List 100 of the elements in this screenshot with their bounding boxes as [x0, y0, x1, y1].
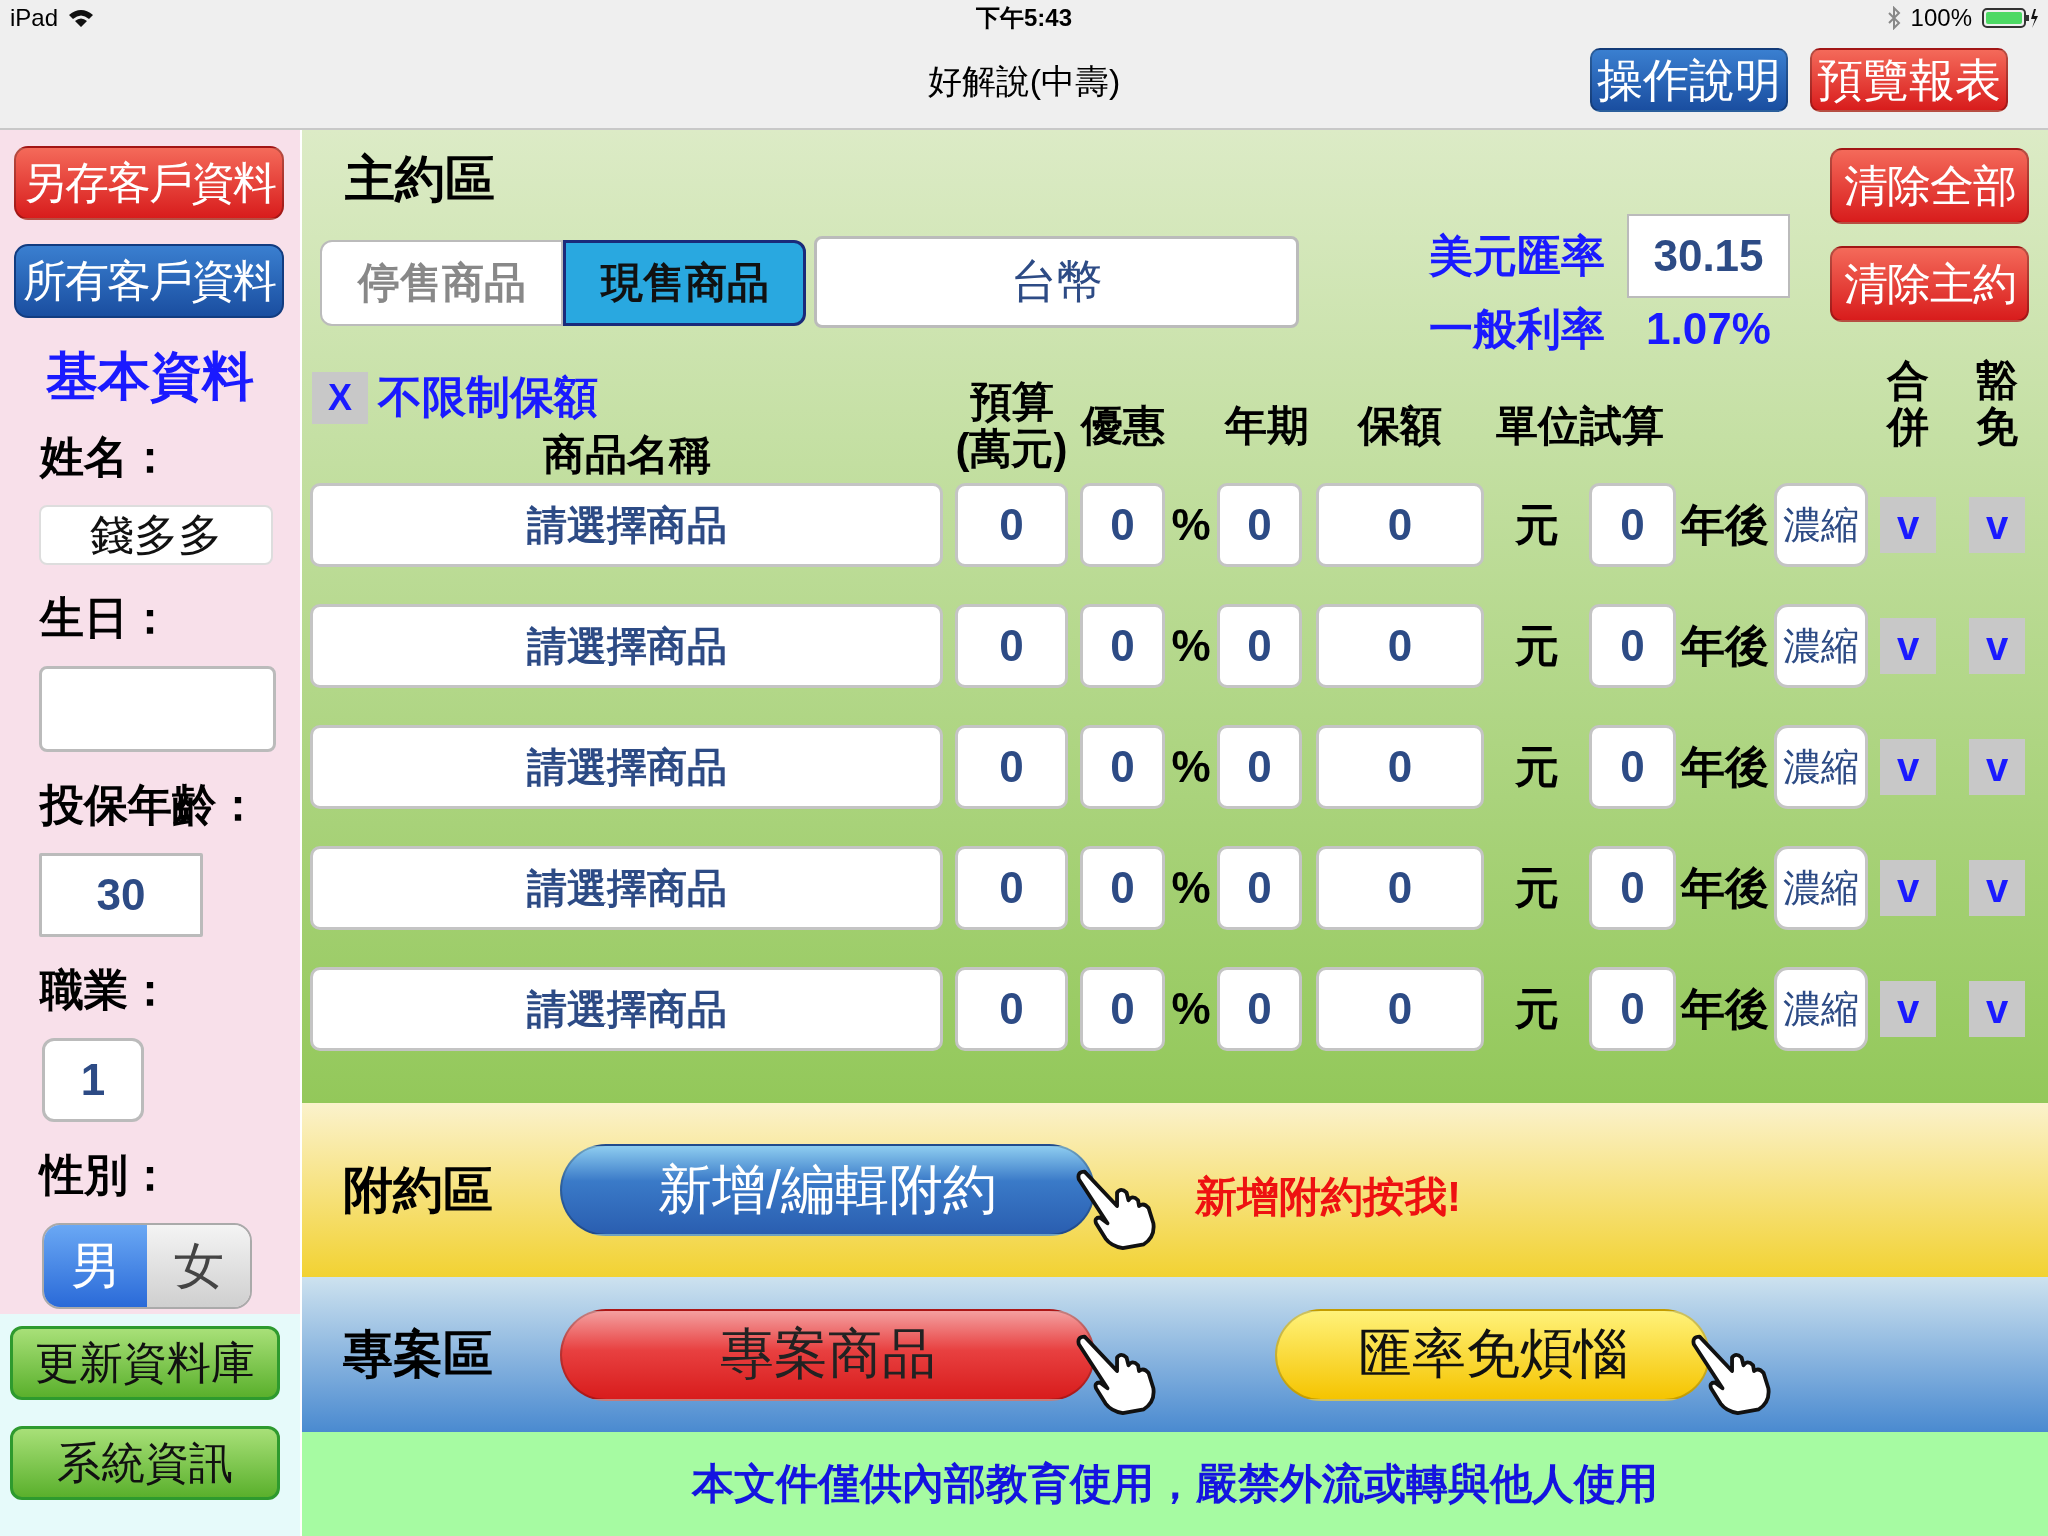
- input-field[interactable]: 30: [39, 853, 203, 937]
- product-tab[interactable]: 現售商品: [563, 240, 806, 326]
- term-field[interactable]: 0: [1217, 725, 1302, 809]
- unit-label: 年後: [1679, 619, 1770, 672]
- budget-field[interactable]: 0: [955, 725, 1068, 809]
- section-title: 基本資料: [46, 346, 254, 407]
- currency-field[interactable]: 台幣: [814, 236, 1299, 328]
- project-button[interactable]: 匯率免煩惱: [1275, 1308, 1710, 1401]
- product-select[interactable]: 請選擇商品: [310, 604, 943, 688]
- trial-field[interactable]: 0: [1589, 725, 1676, 809]
- section-title: 專案區: [343, 1325, 494, 1384]
- input-field[interactable]: 1: [42, 1038, 144, 1122]
- amount-field[interactable]: 0: [1316, 967, 1484, 1051]
- product-select[interactable]: 請選擇商品: [310, 725, 943, 809]
- clear-button[interactable]: 清除主約: [1830, 246, 2029, 322]
- app-title: 好解說(中壽): [927, 61, 1121, 102]
- condense-button[interactable]: 濃縮: [1774, 483, 1868, 567]
- checkbox-label: 不限制保額: [378, 371, 598, 423]
- input-field[interactable]: [39, 666, 276, 752]
- battery-percent: 100%: [1910, 4, 1972, 32]
- product-tab[interactable]: 停售商品: [320, 240, 563, 326]
- discount-field[interactable]: 0: [1080, 483, 1165, 567]
- field-label: 生日：: [40, 592, 172, 644]
- product-select[interactable]: 請選擇商品: [310, 846, 943, 930]
- sidebar-button[interactable]: 系統資訊: [10, 1426, 280, 1500]
- column-header: 單位試算: [1495, 400, 1665, 451]
- merge-toggle[interactable]: v: [1880, 860, 1936, 916]
- amount-field[interactable]: 0: [1316, 846, 1484, 930]
- sidebar-button[interactable]: 更新資料庫: [10, 1326, 280, 1400]
- condense-button[interactable]: 濃縮: [1774, 604, 1868, 688]
- percent-sign: %: [1170, 500, 1212, 550]
- waiver-toggle[interactable]: v: [1969, 618, 2025, 674]
- interest-rate: 1.07%: [1645, 303, 1772, 355]
- condense-button[interactable]: 濃縮: [1774, 725, 1868, 809]
- unit-label: 元: [1513, 619, 1560, 672]
- notice-text: 本文件僅供內部教育使用，嚴禁外流或轉與他人使用: [692, 1459, 1658, 1509]
- waiver-toggle[interactable]: v: [1969, 497, 2025, 553]
- field-label: 職業：: [40, 964, 172, 1016]
- trial-field[interactable]: 0: [1589, 967, 1676, 1051]
- rate-label: 一般利率: [1429, 302, 1606, 355]
- clear-button[interactable]: 清除全部: [1830, 148, 2029, 224]
- discount-field[interactable]: 0: [1080, 604, 1165, 688]
- clock-time: 下午5:43: [976, 3, 1072, 33]
- sidebar-button[interactable]: 另存客戶資料: [14, 146, 284, 220]
- unit-label: 元: [1513, 861, 1560, 914]
- gender-option[interactable]: 女: [147, 1225, 250, 1307]
- checkbox[interactable]: X: [312, 371, 368, 424]
- merge-toggle[interactable]: v: [1880, 497, 1936, 553]
- term-field[interactable]: 0: [1217, 846, 1302, 930]
- budget-field[interactable]: 0: [955, 604, 1068, 688]
- unit-label: 元: [1513, 982, 1560, 1035]
- discount-field[interactable]: 0: [1080, 725, 1165, 809]
- term-field[interactable]: 0: [1217, 483, 1302, 567]
- percent-sign: %: [1170, 621, 1212, 671]
- section-title: 主約區: [345, 150, 496, 209]
- term-field[interactable]: 0: [1217, 967, 1302, 1051]
- waiver-toggle[interactable]: v: [1969, 739, 2025, 795]
- discount-field[interactable]: 0: [1080, 846, 1165, 930]
- percent-sign: %: [1170, 863, 1212, 913]
- percent-sign: %: [1170, 984, 1212, 1034]
- term-field[interactable]: 0: [1217, 604, 1302, 688]
- sidebar-button[interactable]: 所有客戶資料: [14, 244, 284, 318]
- merge-toggle[interactable]: v: [1880, 618, 1936, 674]
- merge-toggle[interactable]: v: [1880, 739, 1936, 795]
- product-select[interactable]: 請選擇商品: [310, 967, 943, 1051]
- project-button[interactable]: 專案商品: [560, 1308, 1095, 1401]
- merge-toggle[interactable]: v: [1880, 981, 1936, 1037]
- field-label: 投保年齡：: [40, 779, 260, 831]
- condense-button[interactable]: 濃縮: [1774, 846, 1868, 930]
- budget-field[interactable]: 0: [955, 846, 1068, 930]
- unit-label: 元: [1513, 740, 1560, 793]
- product-select[interactable]: 請選擇商品: [310, 483, 943, 567]
- battery-charging-icon: [1982, 7, 2038, 29]
- waiver-toggle[interactable]: v: [1969, 860, 2025, 916]
- amount-field[interactable]: 0: [1316, 483, 1484, 567]
- trial-field[interactable]: 0: [1589, 483, 1676, 567]
- toolbar-button[interactable]: 操作說明: [1590, 48, 1788, 112]
- exchange-rate-field[interactable]: 30.15: [1627, 214, 1790, 298]
- rider-button[interactable]: 新增/編輯附約: [560, 1144, 1095, 1236]
- section-title: 附約區: [343, 1160, 494, 1220]
- bluetooth-icon: [1886, 6, 1901, 30]
- waiver-toggle[interactable]: v: [1969, 981, 2025, 1037]
- column-header: 優惠: [1080, 400, 1165, 451]
- unit-label: 年後: [1679, 740, 1770, 793]
- trial-field[interactable]: 0: [1589, 604, 1676, 688]
- amount-field[interactable]: 0: [1316, 725, 1484, 809]
- unit-label: 年後: [1679, 861, 1770, 914]
- column-header: 合併: [1887, 358, 1929, 451]
- toolbar-button[interactable]: 預覽報表: [1810, 48, 2008, 112]
- amount-field[interactable]: 0: [1316, 604, 1484, 688]
- budget-field[interactable]: 0: [955, 483, 1068, 567]
- trial-field[interactable]: 0: [1589, 846, 1676, 930]
- column-header: 年期: [1223, 400, 1310, 451]
- field-label: 性別：: [40, 1149, 172, 1201]
- column-header: 豁免: [1976, 358, 2018, 451]
- condense-button[interactable]: 濃縮: [1774, 967, 1868, 1051]
- budget-field[interactable]: 0: [955, 967, 1068, 1051]
- discount-field[interactable]: 0: [1080, 967, 1165, 1051]
- input-field[interactable]: 錢多多: [39, 505, 273, 565]
- wifi-icon: [68, 8, 95, 28]
